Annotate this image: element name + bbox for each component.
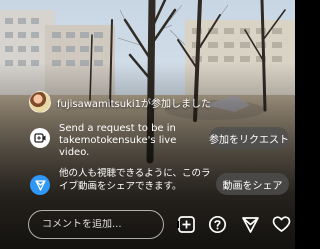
request-to-join-button[interactable]: 参加をリクエスト [209, 127, 289, 149]
question-icon[interactable] [207, 214, 227, 234]
send-icon[interactable] [240, 214, 260, 234]
send-icon [30, 175, 50, 195]
comment-box[interactable] [28, 210, 164, 239]
live-video-screen: fujisawamitsuki1が参加しました Send a request t… [0, 0, 295, 249]
avatar[interactable] [29, 91, 51, 113]
share-video-button[interactable]: 動画をシェア [216, 173, 289, 195]
heart-icon[interactable] [271, 214, 291, 234]
add-media-icon[interactable] [176, 214, 196, 234]
join-notification: fujisawamitsuki1が参加しました [57, 99, 211, 110]
share-message: 他の人も視聴できるように、このライブ動画をシェアできます。 [59, 168, 211, 192]
request-message: Send a request to be in takemotokensuke'… [59, 123, 177, 158]
comment-input[interactable] [42, 219, 160, 230]
add-guest-icon [30, 128, 50, 148]
